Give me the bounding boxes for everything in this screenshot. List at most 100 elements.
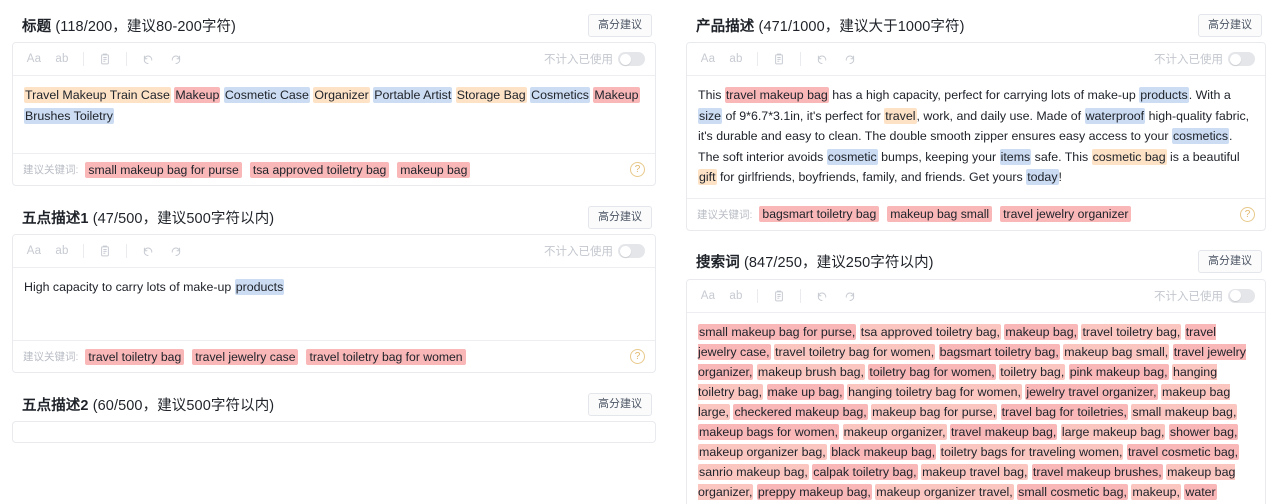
search-term: water (1184, 483, 1217, 500)
editor-bullet1: Aa ab 不计入已使用 High capacity to carry lots… (12, 234, 656, 373)
suggested-keyword-chip[interactable]: makeup bag (397, 161, 471, 178)
suggested-keyword-chip[interactable]: bagsmart toiletry bag (759, 206, 880, 222)
highlighted-term: travel (884, 107, 917, 124)
search-term: small cosmetic bag, (1017, 483, 1128, 500)
advice-button-title[interactable]: 高分建议 (588, 13, 652, 37)
exclude-used-toggle[interactable] (618, 52, 645, 66)
question-circle-icon[interactable]: ? (1240, 206, 1255, 222)
exclude-used-toggle[interactable] (618, 244, 645, 258)
toggle-knob (619, 53, 631, 65)
search-term: makeup bags for women, (698, 423, 840, 440)
lowercase-icon[interactable]: ab (723, 48, 749, 70)
undo-icon[interactable] (809, 48, 835, 70)
section-description-meta: (471/1000，建议大于1000字符) (758, 18, 965, 35)
uppercase-icon[interactable]: Aa (21, 240, 47, 262)
title-text-area[interactable]: Travel Makeup Train Case Makeup Cosmetic… (13, 76, 655, 153)
search-term: makeup bag for purse, (871, 403, 998, 420)
exclude-used-toggle[interactable] (1228, 52, 1255, 66)
advice-button-searchterms[interactable]: 高分建议 (1198, 250, 1262, 273)
search-term: pink makeup bag, (1068, 363, 1169, 380)
redo-icon[interactable] (837, 285, 863, 307)
suggestion-keywords-title: small makeup bag for purse tsa approved t… (85, 161, 623, 178)
suggested-keyword-chip[interactable]: travel jewelry case (192, 348, 299, 365)
advice-button-bullet1[interactable]: 高分建议 (588, 205, 652, 229)
suggestion-keywords-bullet1: travel toiletry bag travel jewelry case tr… (85, 348, 623, 365)
search-term: tsa approved toiletry bag, (859, 323, 1001, 340)
highlighted-term: Organizer (313, 87, 370, 103)
page-title: 标题 (118/200，建议80-200字符) (22, 15, 236, 36)
lowercase-icon[interactable]: ab (723, 285, 749, 307)
toolbar-right-group: 不计入已使用 (544, 51, 645, 67)
toolbar-right-group: 不计入已使用 (544, 243, 645, 259)
section-searchterms: 搜索词 (847/250，建议250字符以内) 高分建议 Aa ab 不计入已使… (686, 245, 1266, 504)
exclude-used-label: 不计入已使用 (1154, 290, 1223, 303)
exclude-used-label: 不计入已使用 (1154, 54, 1223, 66)
undo-icon[interactable] (809, 285, 835, 307)
toolbar-divider (126, 244, 127, 258)
suggestion-bar-bullet1: 建议关键词: travel toiletry bag travel jewelry… (13, 340, 655, 372)
highlighted-term: travel makeup bag (724, 87, 829, 103)
question-circle-icon[interactable]: ? (630, 349, 645, 364)
section-title-name: 标题 (22, 18, 52, 35)
bullet1-text-area[interactable]: High capacity to carry lots of make-up p… (13, 268, 655, 340)
description-text-area[interactable]: This travel makeup bag has a high capaci… (687, 76, 1265, 198)
section-description-header: 产品描述 (471/1000，建议大于1000字符) 高分建议 (686, 8, 1266, 42)
suggested-keyword-chip[interactable]: tsa approved toiletry bag (249, 161, 390, 178)
right-column: 产品描述 (471/1000，建议大于1000字符) 高分建议 Aa ab 不计… (686, 0, 1280, 504)
editor-title: Aa ab 不计入已使用 Travel Makeup Train Case Ma… (12, 42, 656, 186)
undo-icon[interactable] (135, 240, 161, 262)
suggested-keyword-chip[interactable]: makeup bag small (887, 206, 993, 222)
highlighted-term: items (999, 148, 1032, 165)
listing-optimizer-screen: 标题 (118/200，建议80-200字符) 高分建议 Aa ab 不计入已使… (0, 0, 1280, 504)
uppercase-icon[interactable]: Aa (695, 48, 721, 70)
toggle-knob (619, 245, 631, 257)
toolbar-right-group: 不计入已使用 (1154, 288, 1255, 304)
section-bullet1: 五点描述1 (47/500，建议500字符以内) 高分建议 Aa ab 不计入已… (12, 200, 656, 373)
undo-icon[interactable] (135, 48, 161, 70)
search-term: toiletry bags for traveling women, (939, 443, 1124, 460)
search-term: makeup brush bag, (756, 363, 865, 380)
lowercase-icon[interactable]: ab (49, 48, 75, 70)
highlighted-term: products (1139, 87, 1189, 103)
highlighted-term: gift (698, 169, 717, 185)
section-bullet2-name: 五点描述2 (22, 397, 89, 414)
redo-icon[interactable] (163, 240, 189, 262)
section-description: 产品描述 (471/1000，建议大于1000字符) 高分建议 Aa ab 不计… (686, 8, 1266, 231)
suggestion-bar-description: 建议关键词: bagsmart toiletry bag makeup bag s… (687, 197, 1265, 230)
clipboard-icon[interactable] (92, 240, 118, 262)
suggestion-keywords-description: bagsmart toiletry bag makeup bag small tra… (759, 206, 1233, 222)
lowercase-icon[interactable]: ab (49, 240, 75, 262)
clipboard-icon[interactable] (92, 48, 118, 70)
search-term: toiletry bag for women, (868, 363, 996, 380)
search-term: travel makeup brushes, (1031, 463, 1163, 480)
search-term: makeup bag, (1004, 323, 1079, 340)
section-bullet1-title: 五点描述1 (47/500，建议500字符以内) (22, 207, 274, 228)
suggested-keyword-chip[interactable]: small makeup bag for purse (85, 161, 242, 178)
uppercase-icon[interactable]: Aa (21, 48, 47, 70)
question-circle-icon[interactable]: ? (630, 162, 645, 177)
suggestion-label: 建议关键词: (23, 164, 79, 176)
suggested-keyword-chip[interactable]: travel jewelry organizer (1000, 206, 1132, 222)
advice-button-description[interactable]: 高分建议 (1198, 13, 1262, 37)
exclude-used-toggle[interactable] (1228, 288, 1255, 303)
clipboard-icon[interactable] (766, 285, 792, 307)
suggested-keyword-chip[interactable]: travel toiletry bag for women (306, 348, 466, 365)
suggested-keyword-chip[interactable]: travel toiletry bag (85, 348, 185, 365)
searchterms-text-area[interactable]: small makeup bag for purse, tsa approved… (687, 313, 1265, 504)
uppercase-icon[interactable]: Aa (695, 285, 721, 307)
toolbar-left-group: Aa ab (21, 48, 189, 70)
section-searchterms-name: 搜索词 (696, 255, 740, 271)
redo-icon[interactable] (837, 48, 863, 70)
section-bullet2-meta: (60/500，建议500字符以内) (92, 397, 275, 414)
advice-button-bullet2[interactable]: 高分建议 (588, 392, 652, 416)
toolbar-divider (83, 244, 84, 258)
search-term: makeup, (1131, 483, 1181, 500)
highlighted-term: products (234, 279, 285, 295)
section-title: 标题 (118/200，建议80-200字符) 高分建议 Aa ab 不计入已使… (12, 8, 656, 186)
highlighted-term: Storage Bag (455, 87, 527, 103)
clipboard-icon[interactable] (766, 48, 792, 70)
section-description-title: 产品描述 (471/1000，建议大于1000字符) (696, 15, 965, 36)
redo-icon[interactable] (163, 48, 189, 70)
suggestion-label: 建议关键词: (23, 351, 79, 363)
exclude-used-label: 不计入已使用 (544, 246, 613, 258)
